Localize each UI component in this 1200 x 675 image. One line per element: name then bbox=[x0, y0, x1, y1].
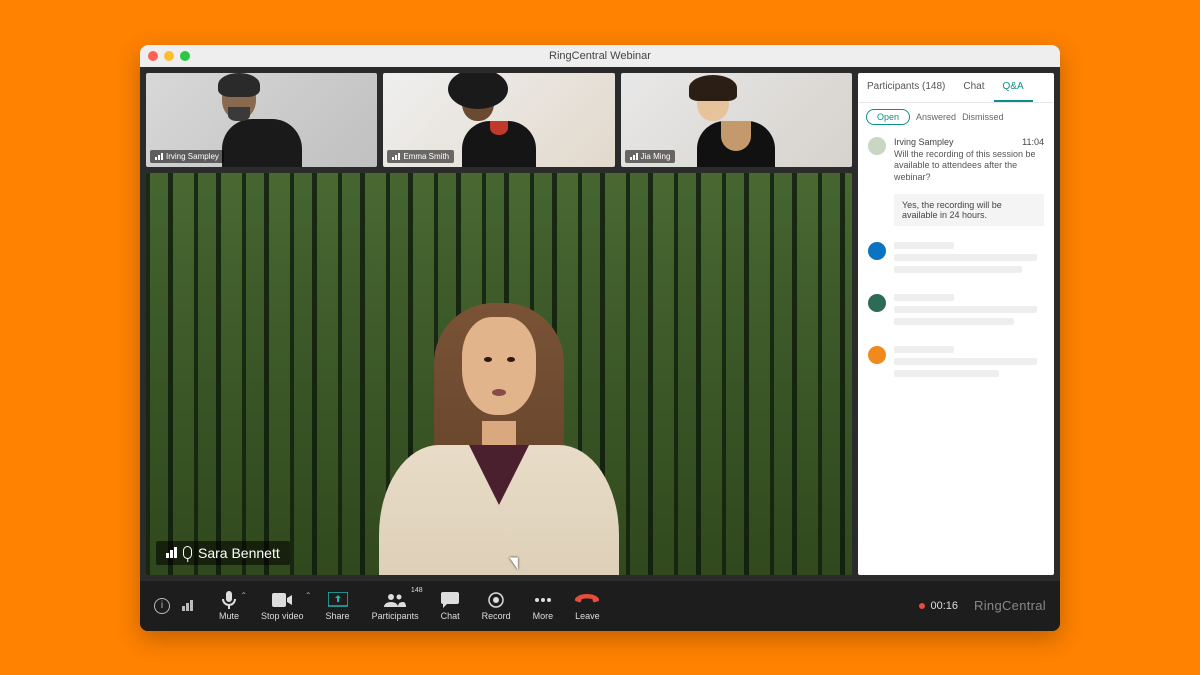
chevron-up-icon[interactable]: ⌃ bbox=[240, 591, 247, 600]
participant-name: Jia Ming bbox=[641, 152, 671, 161]
record-icon bbox=[488, 591, 504, 609]
recording-dot-icon bbox=[919, 603, 925, 609]
avatar bbox=[868, 294, 886, 312]
share-screen-icon bbox=[328, 591, 348, 609]
chevron-up-icon[interactable]: ⌃ bbox=[305, 591, 312, 600]
participants-button[interactable]: 148 Participants bbox=[362, 587, 429, 625]
qa-question-item[interactable]: Irving Sampley 11:04 Will the recording … bbox=[858, 131, 1054, 190]
side-panel-tabs: Participants (148) Chat Q&A bbox=[858, 73, 1054, 103]
button-label: Leave bbox=[575, 611, 600, 621]
button-label: Participants bbox=[372, 611, 419, 621]
speaker-figure bbox=[379, 317, 619, 575]
content-area: Irving Sampley Emma Smith bbox=[140, 67, 1060, 631]
video-column: Irving Sampley Emma Smith bbox=[146, 73, 852, 575]
thumbnail-strip: Irving Sampley Emma Smith bbox=[146, 73, 852, 167]
side-panel: Participants (148) Chat Q&A Open Answere… bbox=[858, 73, 1054, 575]
hangup-icon bbox=[575, 591, 599, 609]
signal-icon bbox=[630, 153, 638, 160]
participant-name-tag: Irving Sampley bbox=[150, 150, 224, 163]
more-button[interactable]: More bbox=[523, 587, 564, 625]
button-label: Mute bbox=[219, 611, 239, 621]
speaker-name: Sara Bennett bbox=[198, 545, 280, 561]
upper-area: Irving Sampley Emma Smith bbox=[140, 67, 1060, 581]
more-icon bbox=[534, 591, 552, 609]
speaker-name-tag: Sara Bennett bbox=[156, 541, 290, 565]
stop-video-button[interactable]: ⌃ Stop video bbox=[251, 587, 314, 625]
participant-name: Irving Sampley bbox=[166, 152, 219, 161]
window-title: RingCentral Webinar bbox=[140, 50, 1060, 62]
signal-icon[interactable] bbox=[182, 600, 193, 611]
button-label: Share bbox=[326, 611, 350, 621]
participants-icon bbox=[384, 591, 406, 609]
brand-label: RingCentral bbox=[974, 598, 1046, 613]
participant-name-tag: Jia Ming bbox=[625, 150, 676, 163]
tab-qa[interactable]: Q&A bbox=[994, 73, 1033, 102]
video-icon bbox=[272, 591, 292, 609]
button-label: Record bbox=[482, 611, 511, 621]
question-time: 11:04 bbox=[1022, 137, 1044, 147]
participant-name: Emma Smith bbox=[403, 152, 449, 161]
signal-icon bbox=[155, 153, 163, 160]
recording-timer: 00:16 bbox=[919, 600, 959, 612]
qa-answer: Yes, the recording will be available in … bbox=[894, 194, 1044, 226]
titlebar: RingCentral Webinar bbox=[140, 45, 1060, 67]
signal-icon bbox=[166, 547, 177, 558]
avatar bbox=[868, 242, 886, 260]
question-text: Will the recording of this session be av… bbox=[894, 149, 1044, 184]
button-label: Chat bbox=[441, 611, 460, 621]
participant-thumbnail[interactable]: Jia Ming bbox=[621, 73, 852, 167]
tab-participants[interactable]: Participants (148) bbox=[858, 73, 954, 102]
qa-filter-row: Open Answered Dismissed bbox=[858, 103, 1054, 131]
participant-name-tag: Emma Smith bbox=[387, 150, 454, 163]
avatar bbox=[868, 346, 886, 364]
avatar bbox=[868, 137, 886, 155]
button-label: Stop video bbox=[261, 611, 304, 621]
main-video[interactable]: Sara Bennett bbox=[146, 173, 852, 575]
microphone-icon bbox=[183, 546, 192, 559]
toolbar: i ⌃ Mute ⌃ Stop video bbox=[140, 581, 1060, 631]
participant-thumbnail[interactable]: Irving Sampley bbox=[146, 73, 377, 167]
mute-button[interactable]: ⌃ Mute bbox=[209, 587, 249, 625]
qa-skeleton-item bbox=[858, 234, 1054, 286]
leave-button[interactable]: Leave bbox=[565, 587, 610, 625]
timer-value: 00:16 bbox=[931, 600, 959, 612]
chat-icon bbox=[441, 591, 459, 609]
participants-count-badge: 148 bbox=[409, 587, 425, 594]
participant-thumbnail[interactable]: Emma Smith bbox=[383, 73, 614, 167]
filter-dismissed[interactable]: Dismissed bbox=[962, 112, 1004, 122]
tab-chat[interactable]: Chat bbox=[954, 73, 993, 102]
share-button[interactable]: Share bbox=[316, 587, 360, 625]
microphone-icon bbox=[222, 591, 236, 609]
qa-skeleton-item bbox=[858, 286, 1054, 338]
app-window: RingCentral Webinar Irving Sampley bbox=[140, 45, 1060, 631]
chat-button[interactable]: Chat bbox=[431, 587, 470, 625]
filter-answered[interactable]: Answered bbox=[916, 112, 956, 122]
button-label: More bbox=[533, 611, 554, 621]
signal-icon bbox=[392, 153, 400, 160]
question-author: Irving Sampley bbox=[894, 137, 954, 147]
qa-skeleton-item bbox=[858, 338, 1054, 390]
record-button[interactable]: Record bbox=[472, 587, 521, 625]
info-icon[interactable]: i bbox=[154, 598, 170, 614]
filter-open[interactable]: Open bbox=[866, 109, 910, 125]
